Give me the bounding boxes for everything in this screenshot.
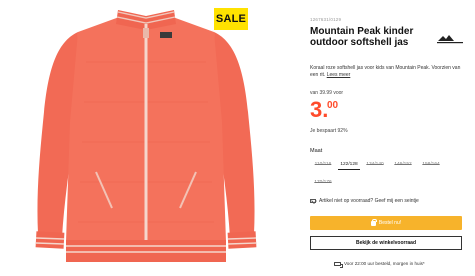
product-image[interactable] [26,2,266,274]
sale-badge: SALE [214,8,248,30]
delivery-info: Voor 22:00 uur besteld, morgen in huis* [334,261,425,268]
product-description: Koraal roze softshell jas voor kids van … [310,65,470,79]
product-sku: 1267631/0129 [310,17,342,22]
stock-alert-link[interactable]: Artikel niet op voorraad? Geef mij een s… [310,198,419,204]
delivery-text: Voor 22:00 uur besteld, morgen in huis* [344,261,425,266]
brand-logo[interactable] [436,33,464,45]
product-image-area: SALE [0,0,296,276]
truck-icon [334,261,343,268]
size-option-170-176[interactable]: 170/176 [310,176,336,188]
price-cents: 00 [327,100,339,111]
size-option-134-140[interactable]: 134/140 [362,158,388,170]
price-integer: 3. [310,97,329,122]
read-more-link[interactable]: Lees meer [327,72,351,78]
size-option-122-128[interactable]: 122/128 [336,158,362,170]
store-stock-button[interactable]: Bekijk de winkelvoorraad [310,236,462,250]
shopping-bag-icon [370,218,377,226]
size-option-158-164[interactable]: 158/164 [418,158,444,170]
current-price: 3. 00 [310,97,338,122]
size-option-146-152[interactable]: 146/152 [390,158,416,170]
original-price: van 39.99 voor [310,90,344,96]
size-label: Maat [310,148,323,154]
add-to-cart-label: Bestel nu! [378,220,402,226]
size-option-110-116[interactable]: 110/116 [310,158,336,170]
product-info-panel: 1267631/0129 Mountain Peak kinder outdoo… [310,0,470,276]
product-title: Mountain Peak kinder outdoor softshell j… [310,26,414,48]
saving-text: Je bespaart 92% [310,128,348,134]
add-to-cart-button[interactable]: Bestel nu! [310,216,462,230]
stock-alert-text: Artikel niet op voorraad? Geef mij een s… [319,198,419,204]
mail-icon [310,199,316,203]
